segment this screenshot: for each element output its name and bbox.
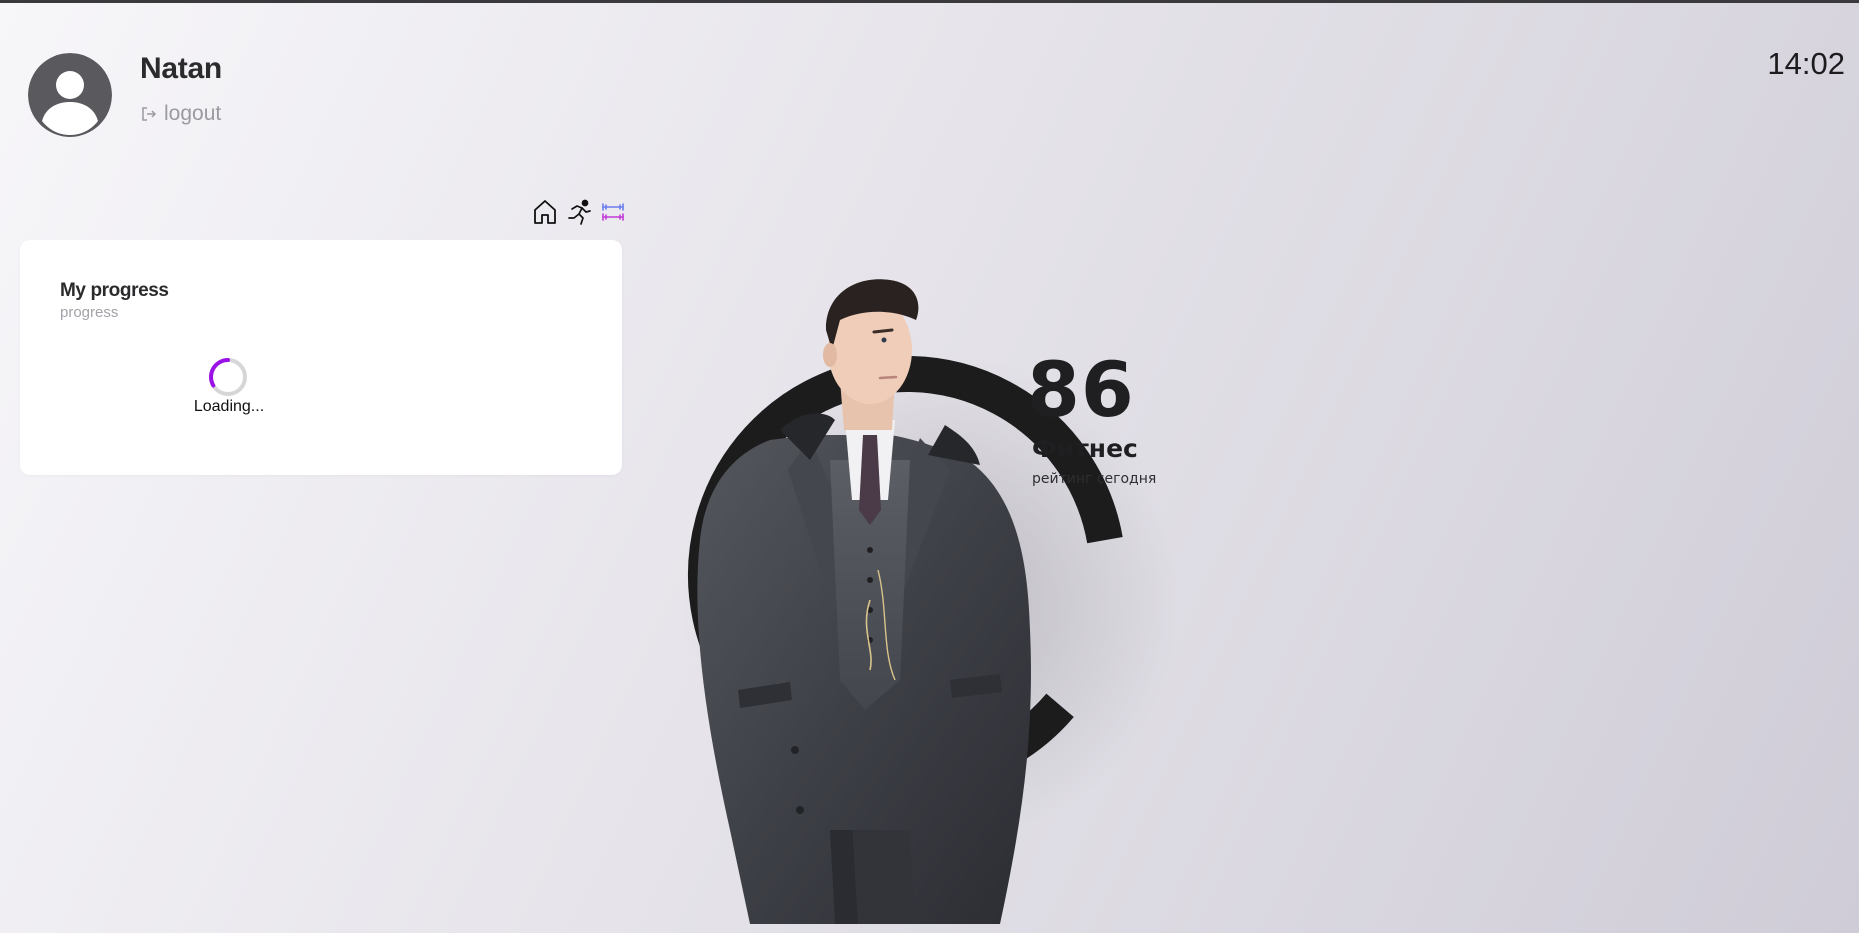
card-subtitle: progress	[60, 304, 119, 321]
running-icon[interactable]	[564, 197, 594, 227]
logout-label: logout	[164, 102, 222, 125]
fitness-subtitle: рейтинг сегодня	[1032, 471, 1157, 487]
dumbbell-icon[interactable]	[598, 197, 628, 227]
logout-icon	[140, 105, 158, 123]
loading-text: Loading...	[193, 398, 265, 415]
progress-card: My progress progress Loading...	[20, 240, 622, 475]
loading-spinner-icon	[208, 357, 248, 397]
user-name: Natan	[140, 52, 222, 85]
card-title: My progress	[60, 280, 169, 301]
fitness-score: 86	[1027, 345, 1135, 434]
home-icon[interactable]	[530, 197, 560, 227]
clock-time: 14:02	[1767, 46, 1845, 81]
nav-bar	[530, 197, 628, 227]
user-avatar-icon[interactable]	[28, 53, 112, 137]
fitness-title: Фитнес	[1032, 434, 1138, 463]
top-border	[0, 0, 1859, 3]
logout-link[interactable]: logout	[140, 102, 221, 126]
